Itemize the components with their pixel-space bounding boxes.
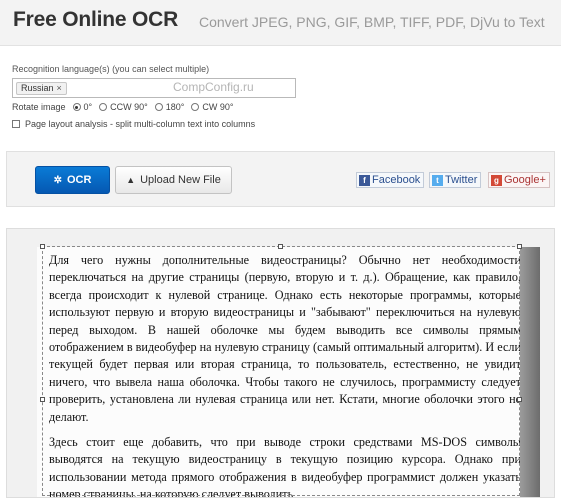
rotate-option-label: 180° bbox=[165, 102, 185, 112]
crop-handle[interactable] bbox=[40, 397, 45, 402]
crop-selection[interactable] bbox=[40, 244, 522, 496]
site-tagline: Convert JPEG, PNG, GIF, BMP, TIFF, PDF, … bbox=[199, 14, 545, 30]
upload-button-label: Upload New File bbox=[140, 174, 221, 186]
image-preview: Для чего нужны дополнительные видеостран… bbox=[6, 228, 555, 498]
twitter-share-button[interactable]: t Twitter bbox=[429, 172, 482, 188]
facebook-share-button[interactable]: f Facebook bbox=[356, 172, 425, 188]
language-tag: Russian × bbox=[16, 82, 67, 95]
rotate-option-180[interactable]: 180° bbox=[154, 102, 185, 112]
rotate-option-0[interactable]: 0° bbox=[72, 102, 93, 112]
crop-handle[interactable] bbox=[278, 244, 283, 249]
radio-icon[interactable] bbox=[72, 103, 81, 111]
facebook-label: Facebook bbox=[372, 174, 421, 186]
crop-handle[interactable] bbox=[517, 397, 522, 402]
rotate-label: Rotate image bbox=[12, 102, 66, 112]
rotate-option-cw90[interactable]: CW 90° bbox=[191, 102, 233, 112]
crop-handle[interactable] bbox=[517, 244, 522, 249]
google-plus-share-button[interactable]: g Google+ bbox=[488, 172, 550, 188]
rotate-option-label: CW 90° bbox=[202, 102, 234, 112]
scan-shadow-edge bbox=[520, 247, 540, 497]
rotate-option-label: 0° bbox=[83, 102, 93, 112]
page-layout-checkbox[interactable] bbox=[12, 120, 20, 128]
google-plus-icon: g bbox=[491, 174, 502, 186]
google-label: Google+ bbox=[504, 174, 546, 186]
crop-handle[interactable] bbox=[40, 244, 45, 249]
page-layout-option[interactable]: Page layout analysis - split multi-colum… bbox=[12, 119, 255, 129]
remove-language-icon[interactable]: × bbox=[57, 83, 62, 93]
ocr-options-panel: Recognition language(s) (you can select … bbox=[0, 46, 561, 150]
page-layout-label: Page layout analysis - split multi-colum… bbox=[25, 119, 256, 129]
radio-icon[interactable] bbox=[191, 103, 200, 111]
ocr-button-label: OCR bbox=[66, 174, 92, 186]
rotate-option-label: CCW 90° bbox=[110, 102, 148, 112]
twitter-icon: t bbox=[432, 174, 443, 186]
upload-new-file-button[interactable]: ▲ Upload New File bbox=[115, 166, 232, 194]
action-toolbar: ✲ OCR ▲ Upload New File f Facebook t Twi… bbox=[6, 151, 555, 207]
site-header: Free Online OCR Convert JPEG, PNG, GIF, … bbox=[0, 0, 561, 46]
gear-icon: ✲ bbox=[53, 174, 62, 186]
language-tag-label: Russian bbox=[21, 83, 54, 93]
facebook-icon: f bbox=[359, 174, 370, 186]
language-label: Recognition language(s) (you can select … bbox=[12, 64, 210, 74]
watermark: CompConfig.ru bbox=[173, 80, 254, 94]
ocr-button[interactable]: ✲ OCR bbox=[35, 166, 110, 194]
radio-icon[interactable] bbox=[154, 103, 163, 111]
radio-icon[interactable] bbox=[99, 103, 108, 111]
rotate-option-ccw90[interactable]: CCW 90° bbox=[99, 102, 148, 112]
rotate-options: Rotate image 0° CCW 90° 180° CW 90° bbox=[12, 101, 240, 113]
site-title[interactable]: Free Online OCR bbox=[13, 8, 178, 32]
twitter-label: Twitter bbox=[445, 174, 478, 186]
upload-arrow-icon: ▲ bbox=[126, 175, 136, 185]
